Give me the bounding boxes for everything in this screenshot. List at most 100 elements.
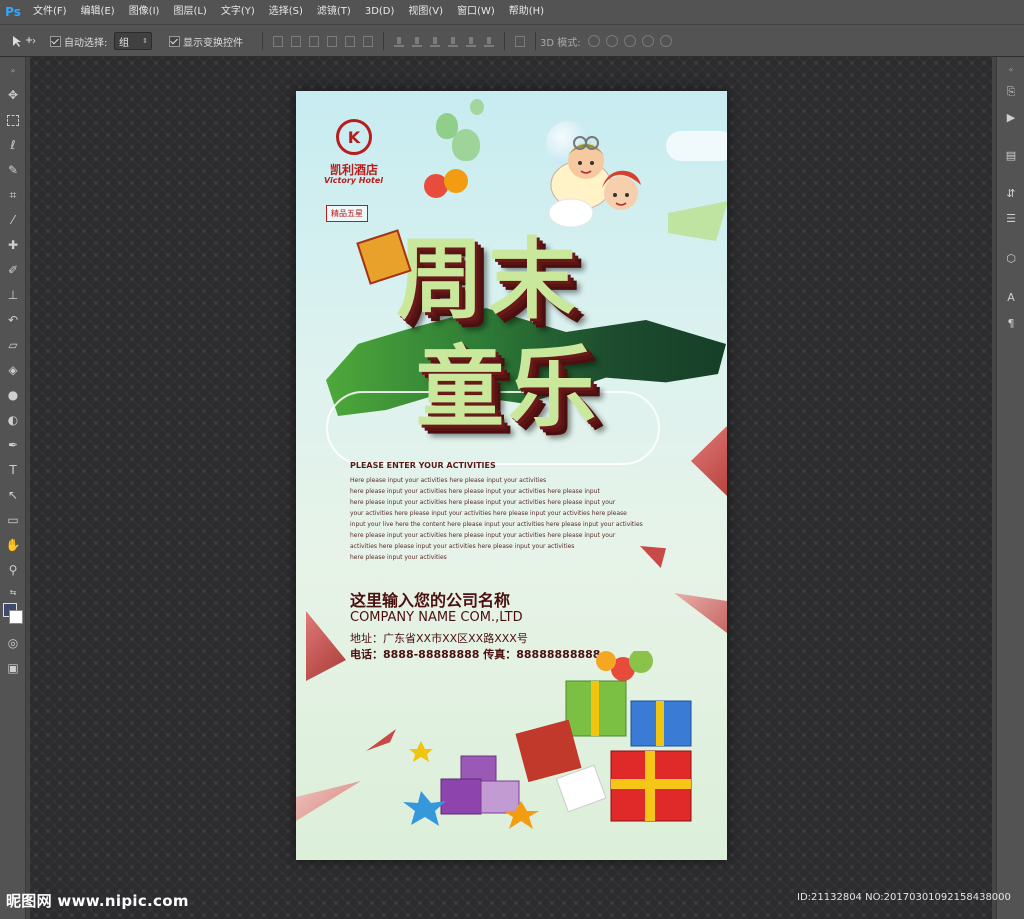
3d-panel-icon[interactable]: ⬡ — [1003, 250, 1019, 266]
3d-pan-icon[interactable] — [623, 35, 636, 47]
distribute-right-icon[interactable] — [484, 35, 494, 47]
menu-view[interactable]: 视图(V) — [401, 0, 450, 24]
move-tool-icon[interactable]: ✥ — [5, 87, 21, 103]
properties-panel-icon[interactable]: ☰ — [1003, 210, 1019, 226]
menu-help[interactable]: 帮助(H) — [502, 0, 551, 24]
screen-mode-icon[interactable]: ▣ — [5, 660, 21, 676]
3d-rotate-icon[interactable] — [587, 35, 600, 47]
quick-mask-icon[interactable]: ◎ — [5, 635, 21, 651]
actions-panel-icon[interactable]: ▶ — [1003, 109, 1019, 125]
paint-bucket-icon[interactable]: ◈ — [5, 362, 21, 378]
red-triangle-decoration — [306, 611, 346, 681]
menu-image[interactable]: 图像(I) — [122, 0, 167, 24]
zoom-tool-icon[interactable]: ⚲ — [5, 562, 21, 578]
menu-file[interactable]: 文件(F) — [26, 0, 74, 24]
eraser-tool-icon[interactable]: ▱ — [5, 337, 21, 353]
align-right-icon[interactable] — [363, 35, 373, 47]
body-text-line: your activities here please input your a… — [350, 510, 627, 517]
show-transform-label: 显示变换控件 — [183, 37, 243, 49]
company-name-en: COMPANY NAME COM.,LTD — [350, 610, 523, 625]
character-panel-icon[interactable]: A — [1003, 289, 1019, 305]
history-panel-icon[interactable]: ⎘ — [1003, 84, 1019, 100]
background-color-swatch[interactable] — [9, 610, 23, 624]
auto-align-icon[interactable] — [515, 35, 525, 47]
show-transform-checkbox[interactable]: 显示变换控件 — [169, 25, 243, 57]
align-buttons — [256, 25, 542, 57]
body-text-line: Here please input your activities here p… — [350, 477, 547, 484]
healing-brush-icon[interactable]: ✚ — [5, 237, 21, 253]
divider — [262, 32, 263, 50]
blur-tool-icon[interactable]: ● — [5, 387, 21, 403]
3d-slide-icon[interactable] — [641, 35, 654, 47]
watermark-site: 昵图网 www.nipic.com — [6, 892, 189, 910]
auto-select-value: 组 — [119, 37, 129, 49]
align-vcenter-icon[interactable] — [291, 35, 301, 47]
body-text-line: here please input your activities here p… — [350, 499, 616, 506]
type-tool-icon[interactable]: T — [5, 462, 21, 478]
move-tool-preset[interactable] — [10, 25, 36, 57]
distribute-top-icon[interactable] — [394, 35, 404, 47]
options-bar: 自动选择: 组 ⇕ 显示变换控件 3D 模式: — [0, 24, 1024, 57]
dodge-tool-icon[interactable]: ◐ — [5, 412, 21, 428]
align-left-icon[interactable] — [327, 35, 337, 47]
marquee-tool-icon[interactable] — [5, 112, 21, 128]
body-text-line: activities here please input your activi… — [350, 543, 575, 550]
expand-panels-icon[interactable]: « — [1003, 61, 1019, 77]
align-hcenter-icon[interactable] — [345, 35, 355, 47]
divider — [504, 32, 505, 50]
menu-window[interactable]: 窗口(W) — [450, 0, 502, 24]
red-triangle-decoration — [296, 781, 361, 821]
history-brush-icon[interactable]: ↶ — [5, 312, 21, 328]
menu-layer[interactable]: 图层(L) — [166, 0, 213, 24]
menu-3d[interactable]: 3D(D) — [358, 0, 402, 24]
stamp-tool-icon[interactable]: ⊥ — [5, 287, 21, 303]
body-text-line: here please input your activities here p… — [350, 488, 600, 495]
3d-mode-label: 3D 模式: — [540, 37, 581, 49]
3d-roll-icon[interactable] — [605, 35, 618, 47]
company-name-cn: 这里输入您的公司名称 — [350, 591, 511, 610]
hotel-name-en: Victory Hotel — [324, 176, 383, 185]
hand-tool-icon[interactable]: ✋ — [5, 537, 21, 553]
document-poster[interactable]: K 凯利酒店 Victory Hotel 精品五星 周末 童乐 PLEASE E… — [296, 91, 727, 860]
info-panel-icon[interactable]: ▤ — [1003, 147, 1019, 163]
auto-select-check-icon — [50, 35, 61, 47]
quick-select-tool-icon[interactable]: ✎ — [5, 162, 21, 178]
3d-scale-icon[interactable] — [659, 35, 672, 47]
align-bottom-icon[interactable] — [309, 35, 319, 47]
distribute-hcenter-icon[interactable] — [466, 35, 476, 47]
balloon-illustration — [470, 99, 484, 115]
eyedropper-tool-icon[interactable]: ⁄ — [5, 212, 21, 228]
collapse-icon[interactable]: » — [5, 63, 21, 79]
lasso-tool-icon[interactable]: ℓ — [5, 137, 21, 153]
hotel-logo-letter: K — [347, 127, 361, 147]
pen-tool-icon[interactable]: ✒ — [5, 437, 21, 453]
menu-filter[interactable]: 滤镜(T) — [310, 0, 358, 24]
menu-select[interactable]: 选择(S) — [262, 0, 310, 24]
brush-tool-icon[interactable]: ✐ — [5, 262, 21, 278]
menu-edit[interactable]: 编辑(E) — [74, 0, 122, 24]
company-address: 地址：广东省XX市XX区XX路XXX号 — [350, 632, 528, 645]
distribute-bottom-icon[interactable] — [430, 35, 440, 47]
auto-select-checkbox[interactable]: 自动选择: — [50, 25, 107, 57]
distribute-left-icon[interactable] — [448, 35, 458, 47]
default-colors-icon[interactable]: ⇆ — [5, 585, 21, 601]
align-top-icon[interactable] — [273, 35, 283, 47]
path-select-icon[interactable]: ↖ — [5, 487, 21, 503]
show-transform-check-icon — [169, 35, 180, 47]
poster-title-line2: 童乐 — [416, 335, 601, 439]
balloon-illustration — [452, 129, 480, 161]
red-triangle-decoration — [674, 593, 727, 633]
move-tool-icon — [13, 36, 36, 47]
dropdown-arrow-icon: ⇕ — [142, 37, 148, 45]
adjustments-panel-icon[interactable]: ⇵ — [1003, 185, 1019, 201]
crop-tool-icon[interactable]: ⌗ — [5, 187, 21, 203]
divider — [383, 32, 384, 50]
menu-type[interactable]: 文字(Y) — [214, 0, 262, 24]
body-text-line: here please input your activities here p… — [350, 532, 616, 539]
rectangle-tool-icon[interactable]: ▭ — [5, 512, 21, 528]
distribute-vcenter-icon[interactable] — [412, 35, 422, 47]
auto-select-label: 自动选择: — [64, 37, 108, 49]
auto-select-dropdown[interactable]: 组 ⇕ — [114, 25, 152, 57]
paragraph-panel-icon[interactable]: ¶ — [1003, 315, 1019, 331]
five-star-badge: 精品五星 — [326, 205, 368, 222]
